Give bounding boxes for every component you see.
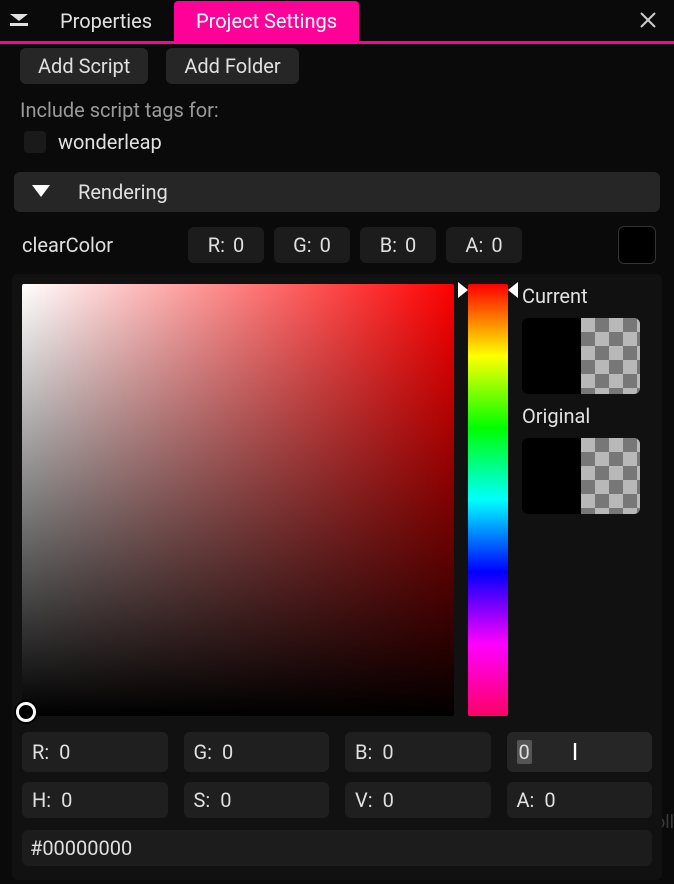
clearcolor-b-field[interactable]: B:0 [360,227,436,263]
clearcolor-g-field[interactable]: G:0 [274,227,350,263]
text-caret-icon: I [572,738,579,766]
current-color-swatch [522,318,640,394]
panel-toggle-icon[interactable] [0,14,38,28]
chevron-down-icon [32,185,50,199]
original-color-swatch[interactable] [522,438,640,514]
hue-slider[interactable] [468,284,508,716]
rendering-section-title: Rendering [78,180,168,204]
original-color-label: Original [522,404,652,428]
picker-a-field[interactable]: A: 0 [507,782,653,818]
picker-hex-field[interactable]: #00000000 [22,830,652,866]
saturation-value-area[interactable] [22,284,454,716]
hue-handle-right-icon [508,282,518,298]
wonderleap-label: wonderleap [58,130,162,154]
add-script-button[interactable]: Add Script [20,48,148,84]
picker-h-field[interactable]: H: 0 [22,782,168,818]
tab-project-settings[interactable]: Project Settings [174,1,359,41]
tab-properties[interactable]: Properties [38,1,174,41]
rendering-section-header[interactable]: Rendering [14,172,660,212]
add-folder-button[interactable]: Add Folder [166,48,298,84]
picker-b-field[interactable]: B: 0 [345,732,491,772]
include-script-tags-label: Include script tags for: [20,98,654,122]
clearcolor-swatch[interactable] [618,226,656,264]
picker-g-field[interactable]: G: 0 [184,732,330,772]
current-color-label: Current [522,284,652,308]
wonderleap-checkbox[interactable] [24,131,46,153]
picker-s-field[interactable]: S: 0 [184,782,330,818]
picker-alpha-top-field[interactable]: 0 I [507,732,653,772]
hue-handle-left-icon [458,282,468,298]
color-picker: Current Original R: 0 G: 0 B: 0 [12,274,662,880]
close-icon[interactable] [638,10,658,34]
picker-v-field[interactable]: V: 0 [345,782,491,818]
picker-r-field[interactable]: R: 0 [22,732,168,772]
tab-bar: Properties Project Settings [0,0,674,44]
clearcolor-a-field[interactable]: A:0 [446,227,522,263]
sv-handle[interactable] [16,702,36,722]
clearcolor-label: clearColor [18,233,178,257]
clearcolor-r-field[interactable]: R:0 [188,227,264,263]
